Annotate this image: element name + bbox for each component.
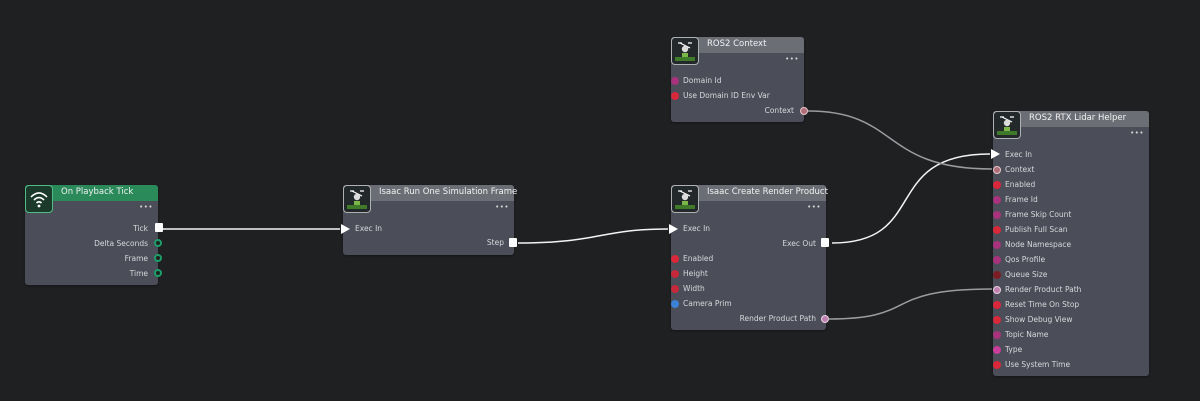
port-label: Exec In xyxy=(1005,150,1033,159)
more-dots-icon[interactable]: ••• xyxy=(1130,130,1144,137)
port-label: Exec Out xyxy=(782,239,816,248)
port-label: Topic Name xyxy=(1005,330,1049,339)
port-label: Publish Full Scan xyxy=(1005,225,1068,234)
int-input-pin[interactable] xyxy=(993,211,1001,219)
port-label: Frame Id xyxy=(1005,195,1038,204)
port-label: Step xyxy=(486,238,504,247)
bool-input-pin[interactable] xyxy=(993,361,1001,369)
int-input-pin[interactable] xyxy=(671,285,679,293)
wire-render-path-to-render-path xyxy=(828,288,993,320)
int-input-pin[interactable] xyxy=(993,271,1001,279)
port-label: Render Product Path xyxy=(1005,285,1082,294)
exec-input-pin[interactable] xyxy=(991,149,1000,159)
port-label: Node Namespace xyxy=(1005,240,1072,249)
string-input-pin[interactable] xyxy=(993,256,1001,264)
port-label: Exec In xyxy=(355,224,383,233)
on-playback-tick-node[interactable]: On Playback Tick ••• Tick Delta Seconds … xyxy=(25,185,163,285)
node-title: ROS2 Context xyxy=(707,39,767,49)
port-label: Queue Size xyxy=(1005,270,1048,279)
exec-output-pin[interactable] xyxy=(509,238,517,247)
wire-context-to-context xyxy=(807,110,993,170)
graph-node-icon xyxy=(993,111,1021,139)
port-label: Render Product Path xyxy=(739,314,816,323)
graph-node-icon xyxy=(671,37,699,65)
node-title: Isaac Run One Simulation Frame xyxy=(379,187,518,197)
context-input-pin[interactable] xyxy=(993,166,1001,174)
exec-output-pin[interactable] xyxy=(155,223,163,232)
ros2-rtx-lidar-helper-node[interactable]: ROS2 RTX Lidar Helper ••• Exec In Contex… xyxy=(991,111,1149,376)
wire-step-to-exec-in xyxy=(517,228,669,244)
node-title: ROS2 RTX Lidar Helper xyxy=(1029,113,1127,123)
isaac-create-render-product-node[interactable]: Isaac Create Render Product ••• Exec In … xyxy=(669,185,829,330)
port-label: Domain Id xyxy=(683,76,722,85)
port-label: Frame Skip Count xyxy=(1005,210,1072,219)
int-input-pin[interactable] xyxy=(671,270,679,278)
port-label: Show Debug View xyxy=(1005,315,1073,324)
port-label: Tick xyxy=(133,224,148,233)
port-label: Use Domain ID Env Var xyxy=(683,91,770,100)
bool-input-pin[interactable] xyxy=(993,226,1001,234)
port-label: Exec In xyxy=(683,224,711,233)
string-input-pin[interactable] xyxy=(993,241,1001,249)
graph-node-icon xyxy=(343,185,371,213)
more-dots-icon[interactable]: ••• xyxy=(495,204,509,211)
port-label: Height xyxy=(683,269,708,278)
port-label: Type xyxy=(1005,345,1023,354)
ros2-context-node[interactable]: ROS2 Context ••• Domain Id Use Domain ID… xyxy=(671,37,808,122)
int-input-pin[interactable] xyxy=(671,77,679,85)
bool-input-pin[interactable] xyxy=(993,316,1001,324)
graph-node-icon xyxy=(671,185,699,213)
bool-input-pin[interactable] xyxy=(993,181,1001,189)
exec-output-pin[interactable] xyxy=(821,238,829,247)
port-label: Enabled xyxy=(683,254,714,263)
bool-input-pin[interactable] xyxy=(671,92,679,100)
string-input-pin[interactable] xyxy=(993,196,1001,204)
target-input-pin[interactable] xyxy=(671,300,679,308)
double-output-pin[interactable] xyxy=(154,269,162,277)
node-title: On Playback Tick xyxy=(61,187,134,197)
exec-input-pin[interactable] xyxy=(341,224,350,234)
path-input-pin[interactable] xyxy=(993,286,1001,294)
wifi-icon xyxy=(25,185,53,213)
bool-input-pin[interactable] xyxy=(993,301,1001,309)
graph-canvas[interactable]: On Playback Tick ••• Tick Delta Seconds … xyxy=(0,0,1200,401)
more-dots-icon[interactable]: ••• xyxy=(785,56,799,63)
token-input-pin[interactable] xyxy=(993,346,1001,354)
exec-input-pin[interactable] xyxy=(669,224,678,234)
context-output-pin[interactable] xyxy=(800,107,808,115)
port-label: Camera Prim xyxy=(683,299,732,308)
port-label: Context xyxy=(764,106,794,115)
port-label: Enabled xyxy=(1005,180,1036,189)
port-label: Time xyxy=(129,269,148,278)
port-label: Frame xyxy=(124,254,148,263)
string-input-pin[interactable] xyxy=(993,331,1001,339)
port-label: Context xyxy=(1005,165,1035,174)
int-output-pin[interactable] xyxy=(154,254,162,262)
path-output-pin[interactable] xyxy=(821,315,829,323)
port-label: Reset Time On Stop xyxy=(1005,300,1080,309)
port-label: Delta Seconds xyxy=(94,239,148,248)
node-title: Isaac Create Render Product xyxy=(707,187,828,197)
port-label: Use System Time xyxy=(1005,360,1071,369)
isaac-run-one-simulation-frame-node[interactable]: Isaac Run One Simulation Frame ••• Exec … xyxy=(341,185,518,255)
port-label: Qos Profile xyxy=(1005,255,1046,264)
bool-input-pin[interactable] xyxy=(671,255,679,263)
more-dots-icon[interactable]: ••• xyxy=(139,204,153,211)
port-label: Width xyxy=(683,284,705,293)
more-dots-icon[interactable]: ••• xyxy=(807,204,821,211)
double-output-pin[interactable] xyxy=(154,239,162,247)
